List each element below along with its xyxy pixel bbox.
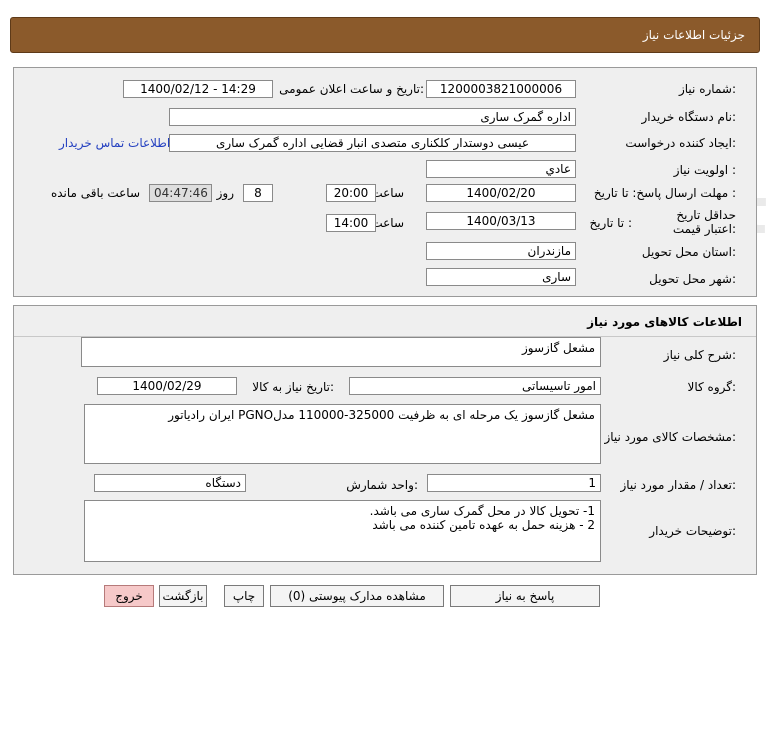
- validity-time-field: 14:00: [326, 214, 376, 232]
- announce-field: 1400/02/12 - 14:29: [123, 80, 273, 98]
- goods-section-title: اطلاعات کالاهای مورد نیاز: [587, 315, 742, 329]
- view-attachments-button[interactable]: مشاهده مدارک پیوستی (0): [270, 585, 444, 607]
- deadline-label: مهلت ارسال پاسخ: تا تاریخ :: [594, 186, 736, 200]
- validity-date-field: 1400/03/13: [426, 212, 576, 230]
- general-desc-field: مشعل گازسوز: [81, 337, 601, 367]
- spec-field: مشعل گازسوز یک مرحله ای به ظرفیت 325000-…: [84, 404, 601, 464]
- need-date-field: 1400/02/29: [97, 377, 237, 395]
- buyer-org-field: اداره گمرک ساری: [169, 108, 576, 126]
- deadline-time-label: ساعت: [371, 186, 404, 200]
- province-field: مازندران: [426, 242, 576, 260]
- spec-label: مشخصات کالای مورد نیاز:: [604, 430, 736, 444]
- need-number-field: 1200003821000006: [426, 80, 576, 98]
- quantity-label: تعداد / مقدار مورد نیاز:: [620, 478, 736, 492]
- province-label: استان محل تحویل:: [641, 245, 736, 259]
- general-desc-label: شرح کلی نیاز:: [663, 348, 736, 362]
- goods-group-label: گروه کالا:: [687, 380, 737, 394]
- back-button[interactable]: بازگشت: [159, 585, 207, 607]
- deadline-date-field: 1400/02/20: [426, 184, 576, 202]
- goods-panel: اطلاعات کالاهای مورد نیاز شرح کلی نیاز: …: [13, 305, 757, 575]
- unit-field: دستگاه: [94, 474, 246, 492]
- buyer-org-label: نام دستگاه خریدار:: [641, 110, 737, 124]
- need-info-panel: شماره نیاز: 1200003821000006 تاریخ و ساع…: [13, 67, 757, 297]
- requester-field: عیسی دوستدار کلکناری متصدی انبار قضایی ا…: [169, 134, 576, 152]
- buyer-note-2: 2 - هزینه حمل به عهده تامین کننده می باش…: [372, 518, 595, 532]
- city-field: ساری: [426, 268, 576, 286]
- announce-label: تاریخ و ساعت اعلان عمومی:: [279, 82, 424, 96]
- quantity-field: 1: [427, 474, 601, 492]
- deadline-time-field: 20:00: [326, 184, 376, 202]
- city-label: شهر محل تحویل:: [649, 272, 736, 286]
- priority-label: اولویت نیاز :: [673, 163, 736, 177]
- goods-group-field: امور تاسیساتی: [349, 377, 601, 395]
- validity-to-date-label: تا تاریخ :: [589, 216, 632, 230]
- print-button[interactable]: چاپ: [224, 585, 264, 607]
- page-header: جزئیات اطلاعات نیاز: [10, 17, 760, 53]
- days-field: 8: [243, 184, 273, 202]
- remaining-time-field: 04:47:46: [149, 184, 212, 202]
- buyer-contact-link[interactable]: اطلاعات تماس خریدار: [59, 136, 170, 150]
- deadline-label-text: مهلت ارسال پاسخ:: [632, 186, 729, 200]
- validity-time-label: ساعت: [371, 216, 404, 230]
- validity-label: حداقل تاریخ اعتبار قیمت:: [672, 208, 736, 236]
- exit-button[interactable]: خروج: [104, 585, 154, 607]
- unit-label: واحد شمارش:: [346, 478, 418, 492]
- buyer-notes-label: توضیحات خریدار:: [649, 524, 736, 538]
- buyer-notes-field: 1- تحویل کالا در محل گمرک ساری می باشد. …: [84, 500, 601, 562]
- need-date-label: تاریخ نیاز به کالا:: [252, 380, 334, 394]
- buyer-note-1: 1- تحویل کالا در محل گمرک ساری می باشد.: [369, 504, 595, 518]
- priority-field: عادي: [426, 160, 576, 178]
- page-title: جزئیات اطلاعات نیاز: [642, 28, 745, 42]
- need-number-label: شماره نیاز:: [678, 82, 736, 96]
- respond-button[interactable]: پاسخ به نیاز: [450, 585, 600, 607]
- remaining-label: ساعت باقی مانده: [50, 186, 140, 200]
- requester-label: ایجاد کننده درخواست:: [625, 136, 736, 150]
